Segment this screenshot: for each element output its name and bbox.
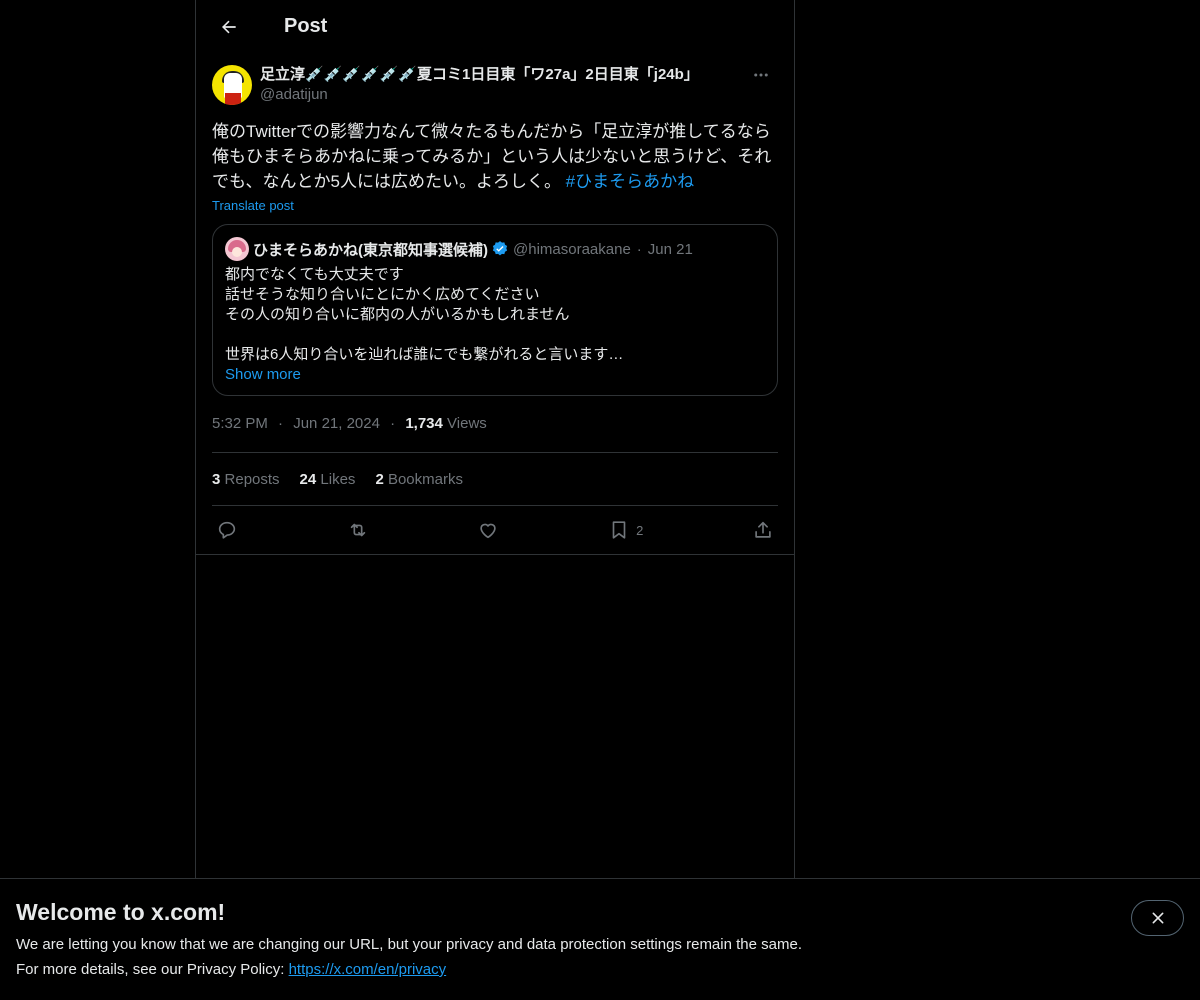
banner-title: Welcome to x.com! (16, 899, 226, 925)
verified-badge-icon (491, 240, 509, 258)
back-arrow-icon (222, 20, 236, 33)
views-count: 1,734 (405, 415, 443, 432)
banner-message: We are letting you know that we are chan… (16, 936, 802, 953)
likes-label: Likes (320, 470, 356, 488)
banner-privacy-prefix: For more details, see our Privacy Policy… (16, 961, 289, 978)
repost-button[interactable] (347, 519, 369, 541)
likes-count: 24 (299, 470, 317, 488)
post-text: 俺のTwitterでの影響力なんて微々たるもんだから「足立淳が推してるなら俺もひ… (212, 119, 778, 194)
post-date[interactable]: Jun 21, 2024 (293, 415, 380, 432)
page-header: Post (196, 0, 794, 53)
avatar[interactable] (212, 65, 252, 105)
primary-column: Post 足立淳💉💉💉💉💉💉夏コミ1日目東「ワ27a」2日目東「j24b」 @a… (195, 0, 795, 1000)
banner-privacy-note: For more details, see our Privacy Policy… (16, 961, 446, 978)
bookmarks-count: 2 (375, 470, 384, 488)
separator-dot: · (636, 240, 642, 258)
author-names: 足立淳💉💉💉💉💉💉夏コミ1日目東「ワ27a」2日目東「j24b」 @adatij… (260, 65, 744, 105)
hashtag-link[interactable]: #ひまそらあかね (566, 172, 694, 191)
likes-stat[interactable]: 24 Likes (300, 471, 356, 488)
author-row: 足立淳💉💉💉💉💉💉夏コミ1日目東「ワ27a」2日目東「j24b」 @adatij… (212, 65, 778, 105)
url-change-banner: Welcome to x.com! We are letting you kno… (0, 878, 1200, 1000)
quote-line (225, 325, 765, 345)
quote-author-handle: @himasoraakane (513, 240, 631, 258)
quoted-post[interactable]: ひまそらあかね(東京都知事選候補) @himasoraakane · Jun 2… (212, 224, 778, 396)
like-icon (480, 523, 497, 539)
quote-line: 都内でなくても大丈夫です (225, 266, 404, 283)
divider (196, 554, 794, 555)
quote-avatar[interactable] (225, 237, 249, 261)
quote-text: 都内でなくても大丈夫です 話せそうな知り合いにとにかく広めてください その人の知… (225, 265, 765, 365)
bookmark-icon (612, 521, 626, 539)
like-button[interactable] (477, 519, 499, 541)
post-metadata: 5:32 PM · Jun 21, 2024 · 1,734 Views (212, 412, 778, 436)
views-label: Views (447, 415, 487, 432)
author-handle[interactable]: @adatijun (260, 85, 744, 105)
reply-button[interactable] (216, 519, 238, 541)
share-icon (755, 521, 771, 538)
post: 足立淳💉💉💉💉💉💉夏コミ1日目東「ワ27a」2日目東「j24b」 @adatij… (196, 53, 794, 555)
quote-line: 話せそうな知り合いにとにかく広めてください (225, 286, 540, 303)
reposts-stat[interactable]: 3 Reposts (212, 471, 280, 488)
share-button[interactable] (752, 519, 774, 541)
privacy-policy-link[interactable]: https://x.com/en/privacy (289, 961, 447, 978)
reply-icon (218, 521, 236, 539)
more-options-button[interactable] (744, 65, 778, 85)
page-title: Post (284, 15, 328, 37)
quote-line: その人の知り合いに都内の人がいるかもしれません (225, 306, 570, 323)
back-button[interactable] (212, 10, 246, 44)
reposts-label: Reposts (224, 470, 280, 488)
close-icon (1152, 912, 1163, 924)
quote-line: 世界は6人知り合いを辿れば誰にでも繋がれると言います… (225, 346, 624, 363)
separator-dot: · (278, 415, 284, 432)
quote-header: ひまそらあかね(東京都知事選候補) @himasoraakane · Jun 2… (225, 237, 765, 261)
more-icon (754, 73, 768, 77)
bookmark-button[interactable]: 2 (608, 519, 643, 541)
bookmarks-stat[interactable]: 2 Bookmarks (375, 471, 463, 488)
quote-date: Jun 21 (647, 240, 693, 258)
translate-post-link[interactable]: Translate post (212, 196, 294, 216)
post-time[interactable]: 5:32 PM (212, 415, 268, 432)
bookmarks-label: Bookmarks (387, 470, 463, 488)
author-display-name[interactable]: 足立淳💉💉💉💉💉💉夏コミ1日目東「ワ27a」2日目東「j24b」 (260, 65, 744, 85)
engagement-stats: 3 Reposts 24 Likes 2 Bookmarks (212, 453, 778, 505)
repost-icon (350, 523, 365, 537)
quote-author-name: ひまそらあかね(東京都知事選候補) (253, 241, 488, 259)
reposts-count: 3 (212, 470, 221, 488)
bookmark-count: 2 (636, 522, 644, 538)
show-more-link[interactable]: Show more (225, 365, 765, 385)
separator-dot: · (390, 415, 396, 432)
action-bar: 2 (212, 506, 778, 554)
close-banner-button[interactable] (1131, 900, 1184, 936)
